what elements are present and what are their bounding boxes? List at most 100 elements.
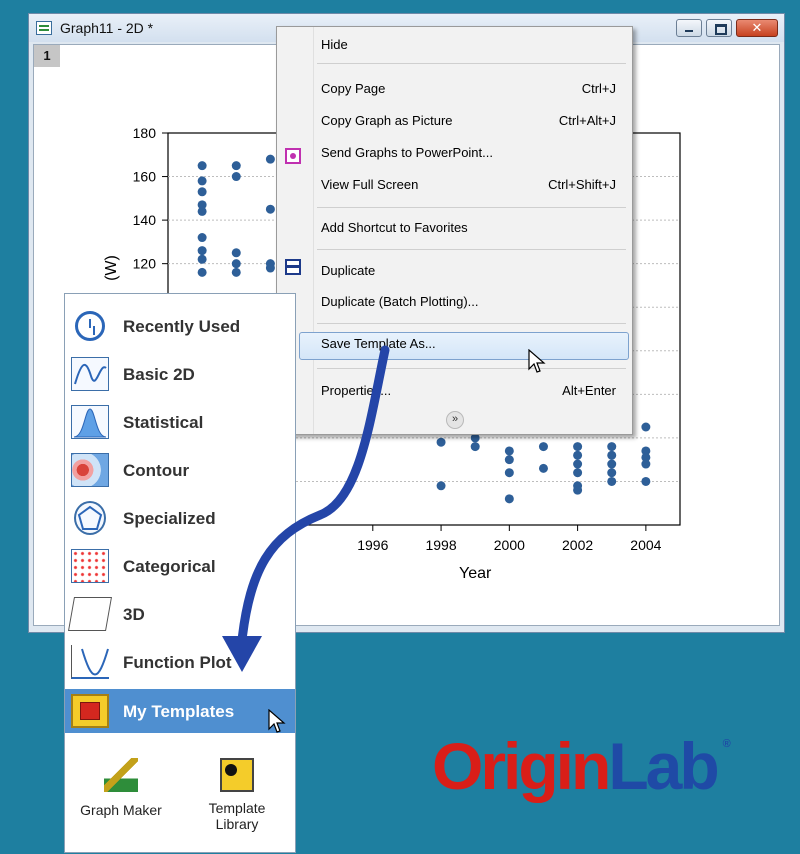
- data-point: [504, 455, 514, 465]
- gallery-tools: Graph Maker Template Library: [65, 732, 295, 854]
- histogram-icon: [71, 405, 109, 439]
- y-tick-label: 120: [133, 256, 157, 272]
- window-title: Graph11 - 2D *: [60, 20, 154, 36]
- menu-item-copy-page[interactable]: Copy Page Ctrl+J: [277, 77, 632, 101]
- window-controls: ✕: [676, 19, 778, 37]
- gallery-item-label: Recently Used: [123, 317, 241, 336]
- gallery-item-basic-2d[interactable]: Basic 2D: [65, 352, 295, 396]
- data-point: [231, 172, 241, 182]
- menu-item-label: Add Shortcut to Favorites: [321, 220, 468, 235]
- gallery-item-label: Categorical: [123, 557, 216, 576]
- menu-item-label: View Full Screen: [321, 177, 419, 192]
- gallery-item-statistical[interactable]: Statistical: [65, 400, 295, 444]
- menu-item-shortcut: Ctrl+Shift+J: [548, 177, 616, 192]
- logo-text: OriginLab: [432, 729, 720, 803]
- data-point: [197, 161, 207, 171]
- originlab-logo: OriginLab ®: [432, 733, 731, 799]
- template-library-button[interactable]: Template Library: [187, 758, 287, 832]
- gallery-item-3d[interactable]: 3D: [65, 592, 295, 636]
- graph-maker-label: Graph Maker: [80, 802, 162, 818]
- gallery-item-label: 3D: [123, 605, 145, 624]
- menu-item-add-shortcut-to-favorites[interactable]: Add Shortcut to Favorites: [277, 216, 632, 240]
- line-plot-icon: [71, 357, 109, 391]
- menu-item-label: Duplicate: [321, 263, 376, 278]
- data-point: [197, 206, 207, 216]
- data-point: [231, 248, 241, 258]
- data-point: [470, 442, 480, 452]
- gallery-item-label: Statistical: [123, 413, 204, 432]
- data-point: [197, 254, 207, 264]
- graph-maker-icon: [104, 758, 138, 792]
- menu-item-label: Copy Page: [321, 81, 386, 96]
- data-point: [641, 422, 651, 432]
- gallery-item-label: Basic 2D: [123, 365, 195, 384]
- data-point: [436, 437, 446, 447]
- data-point: [265, 263, 275, 273]
- data-point: [197, 246, 207, 256]
- data-point: [573, 459, 583, 469]
- data-point: [607, 468, 617, 478]
- menu-item-duplicate-batch-plotting[interactable]: Duplicate (Batch Plotting)...: [277, 290, 632, 314]
- menu-item-label: Copy Graph as Picture: [321, 113, 453, 128]
- menu-item-send-graphs-to-powerpoint[interactable]: Send Graphs to PowerPoint...: [277, 141, 632, 165]
- menu-item-view-full-screen[interactable]: View Full Screen Ctrl+Shift+J: [277, 173, 632, 197]
- gallery-item-label: Function Plot: [123, 653, 232, 672]
- menu-item-label: Send Graphs to PowerPoint...: [321, 145, 493, 160]
- close-button[interactable]: ✕: [736, 19, 778, 37]
- x-axis-label: Year: [459, 565, 492, 582]
- menu-separator: [317, 63, 626, 64]
- categorical-scatter-icon: [71, 549, 109, 583]
- x-tick-label: 2004: [630, 537, 661, 553]
- data-point: [573, 442, 583, 452]
- menu-item-save-template-as[interactable]: Save Template As...: [299, 332, 629, 360]
- data-point: [607, 450, 617, 460]
- y-tick-label: 180: [133, 125, 157, 141]
- y-tick-label: 140: [133, 212, 157, 228]
- x-tick-label: 1996: [357, 537, 388, 553]
- menu-separator: [317, 249, 626, 250]
- cube-icon: [68, 597, 112, 631]
- graph-window-icon: [36, 21, 52, 35]
- x-tick-label: 1998: [425, 537, 456, 553]
- gallery-item-my-templates[interactable]: My Templates: [65, 689, 295, 733]
- data-point: [197, 233, 207, 243]
- data-point: [265, 204, 275, 214]
- data-point: [573, 468, 583, 478]
- data-point: [504, 468, 514, 478]
- data-point: [197, 267, 207, 277]
- gallery-item-recently-used[interactable]: Recently Used: [65, 304, 295, 348]
- data-point: [504, 494, 514, 504]
- data-point: [573, 450, 583, 460]
- context-menu: Hide Copy Page Ctrl+J Copy Graph as Pictu…: [276, 26, 633, 435]
- gallery-item-categorical[interactable]: Categorical: [65, 544, 295, 588]
- menu-item-shortcut: Alt+Enter: [562, 383, 616, 398]
- menu-expand-chevron-icon[interactable]: »: [446, 411, 464, 429]
- template-library-icon: [220, 758, 254, 792]
- gallery-item-label: Specialized: [123, 509, 216, 528]
- function-icon: [71, 645, 109, 679]
- gallery-item-contour[interactable]: Contour: [65, 448, 295, 492]
- data-point: [607, 476, 617, 486]
- x-tick-label: 2000: [494, 537, 525, 553]
- contour-icon: [71, 453, 109, 487]
- data-point: [197, 187, 207, 197]
- maximize-button[interactable]: [706, 19, 732, 37]
- menu-item-label: Duplicate (Batch Plotting)...: [321, 294, 479, 309]
- folder-template-icon: [71, 694, 109, 728]
- menu-item-hide[interactable]: Hide: [277, 33, 632, 57]
- menu-item-label: Hide: [321, 37, 348, 52]
- data-point: [265, 154, 275, 164]
- data-point: [504, 446, 514, 456]
- graph-maker-button[interactable]: Graph Maker: [71, 758, 171, 818]
- data-point: [197, 176, 207, 186]
- menu-item-duplicate[interactable]: Duplicate: [277, 259, 632, 283]
- gallery-item-function-plot[interactable]: Function Plot: [65, 640, 295, 684]
- menu-item-properties[interactable]: Properties... Alt+Enter: [277, 379, 632, 403]
- data-point: [231, 161, 241, 171]
- menu-item-copy-graph-as-picture[interactable]: Copy Graph as Picture Ctrl+Alt+J: [277, 109, 632, 133]
- gallery-item-specialized[interactable]: Specialized: [65, 496, 295, 540]
- data-point: [607, 442, 617, 452]
- minimize-button[interactable]: [676, 19, 702, 37]
- menu-item-label: Properties...: [321, 383, 392, 398]
- menu-separator: [317, 207, 626, 208]
